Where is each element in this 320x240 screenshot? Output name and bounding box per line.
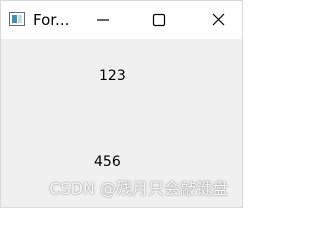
app-icon-pane-left [12, 15, 17, 23]
minimize-button[interactable] [79, 1, 125, 39]
csdn-watermark: CSDN @残月只会敲键盘 [49, 179, 228, 198]
app-icon-pane-right [18, 15, 22, 23]
form-app-icon[interactable] [9, 12, 25, 26]
maximize-icon [152, 13, 166, 27]
close-icon [212, 13, 225, 26]
minimize-icon [97, 19, 109, 21]
window-title: For... [33, 11, 70, 29]
label-456: 456 [94, 154, 121, 170]
form-window: For... 123 456 CSDN @残月只会敲键盘 [0, 0, 243, 208]
close-button[interactable] [195, 1, 241, 39]
title-bar[interactable]: For... [1, 1, 242, 39]
maximize-button[interactable] [135, 1, 181, 39]
label-123: 123 [99, 68, 126, 84]
